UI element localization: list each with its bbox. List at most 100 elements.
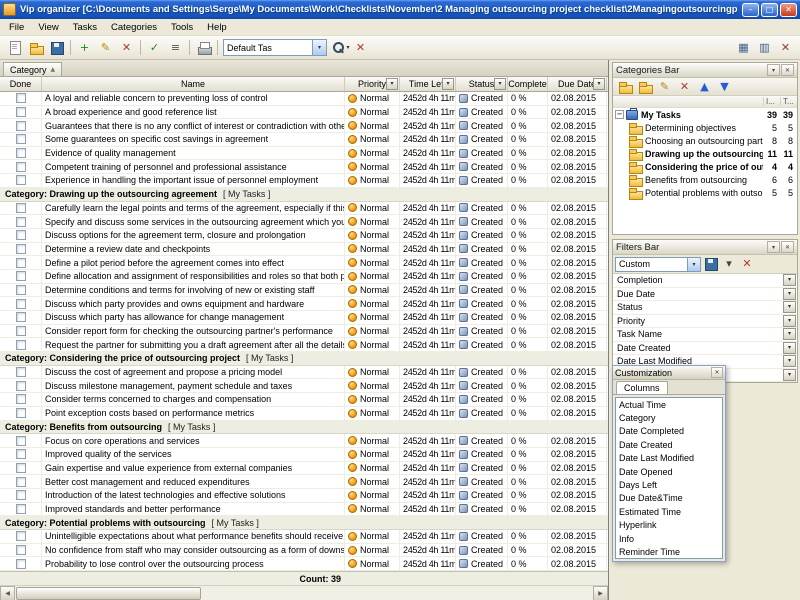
time-left-filter-icon[interactable]: ▾ [442,78,454,90]
task-row[interactable]: Some guarantees on specific cost savings… [0,133,608,147]
task-row[interactable]: Focus on core operations and servicesNor… [0,434,608,448]
categories-col2-header[interactable]: T... [780,97,797,106]
task-row[interactable]: Unintelligible expectations about what p… [0,530,608,544]
category-tree-item-determining-objectives[interactable]: Determining objectives55 [613,121,797,134]
task-row[interactable]: Experience in handling the important iss… [0,174,608,188]
new-database-button[interactable] [4,38,25,58]
task-checkbox[interactable] [16,203,26,213]
column-header-priority[interactable]: Priority▾ [345,77,400,91]
close-button[interactable]: ✕ [780,3,797,17]
menu-help[interactable]: Help [200,20,234,35]
task-row[interactable]: A broad experience and good reference li… [0,106,608,120]
task-row[interactable]: Determine conditions and terms for invol… [0,284,608,298]
task-checkbox[interactable] [16,463,26,473]
delete-category-button[interactable]: ✕ [675,79,694,95]
open-database-button[interactable] [25,38,46,58]
task-checkbox[interactable] [16,504,26,514]
move-category-down-button[interactable]: ▼ [715,79,734,95]
task-checkbox[interactable] [16,408,26,418]
task-row[interactable]: Request the partner for submitting you a… [0,338,608,352]
task-checkbox[interactable] [16,490,26,500]
close-bars-button[interactable]: ✕ [775,38,796,58]
task-checkbox[interactable] [16,217,26,227]
task-row[interactable]: Discuss the cost of agreement and propos… [0,366,608,380]
new-subcategory-button[interactable] [635,79,654,95]
task-row[interactable]: Evidence of quality managementNormal2452… [0,147,608,161]
filters-bar-menu-icon[interactable]: ▾ [767,241,780,253]
task-row[interactable]: Consider terms concerned to charges and … [0,393,608,407]
customization-column-item-date-completed[interactable]: Date Completed [616,425,722,438]
category-tree-item-drawing-up-the-outsourcing-agreement[interactable]: Drawing up the outsourcing agreement1111 [613,147,797,160]
task-row[interactable]: Discuss options for the agreement term, … [0,229,608,243]
filter-dropdown-icon[interactable]: ▾ [783,301,796,313]
task-checkbox[interactable] [16,258,26,268]
task-checkbox[interactable] [16,175,26,185]
customization-column-item-days-left[interactable]: Days Left [616,478,722,491]
task-row[interactable]: Guarantees that there is no any conflict… [0,119,608,133]
task-checkbox[interactable] [16,121,26,131]
customization-close-icon[interactable]: ✕ [711,367,723,378]
task-row[interactable]: Competent training of personnel and prof… [0,160,608,174]
task-row[interactable]: Define a pilot period before the agreeme… [0,256,608,270]
column-header-done[interactable]: Done [0,77,42,91]
print-button[interactable] [193,38,214,58]
task-checkbox[interactable] [16,367,26,377]
task-row[interactable]: Determine a review date and checkpointsN… [0,243,608,257]
complete-task-button[interactable]: ✓ [144,38,165,58]
task-checkbox[interactable] [16,436,26,446]
task-checkbox[interactable] [16,285,26,295]
task-checkbox[interactable] [16,148,26,158]
combo-dropdown-icon[interactable]: ▾ [312,40,326,55]
categories-bar-menu-icon[interactable]: ▾ [767,64,780,76]
column-header-time-left[interactable]: Time Left▾ [400,77,456,91]
column-header-due-date[interactable]: Due Date▾ [548,77,607,91]
category-group-row[interactable]: Category: Considering the price of outso… [0,352,608,366]
customization-column-item-hyperlink[interactable]: Hyperlink [616,519,722,532]
filter-preset-dropdown-icon[interactable]: ▾ [687,258,700,271]
category-tree-item-benefits-from-outsourcing[interactable]: Benefits from outsourcing66 [613,173,797,186]
categories-bar-close-icon[interactable]: ✕ [781,64,794,76]
task-notes-button[interactable]: ≡ [165,38,186,58]
column-header-name[interactable]: Name [42,77,345,91]
toggle-filters-bar-button[interactable]: ▥ [754,38,775,58]
filter-dropdown-icon[interactable]: ▾ [783,355,796,367]
tab-columns[interactable]: Columns [616,381,668,394]
maximize-button[interactable]: □ [761,3,778,17]
menu-file[interactable]: File [2,20,31,35]
task-checkbox[interactable] [16,531,26,541]
customization-column-item-reminder-time[interactable]: Reminder Time [616,545,722,558]
customization-column-item-actual-time[interactable]: Actual Time [616,398,722,411]
category-group-row[interactable]: Category: Drawing up the outsourcing agr… [0,188,608,202]
menu-tasks[interactable]: Tasks [66,20,104,35]
task-checkbox[interactable] [16,244,26,254]
status-filter-icon[interactable]: ▾ [494,78,506,90]
task-view-combobox[interactable]: Default Tas ▾ [223,39,327,56]
filters-bar-close-icon[interactable]: ✕ [781,241,794,253]
customization-column-item-due-date-time[interactable]: Due Date&Time [616,492,722,505]
tree-expander-icon[interactable]: − [615,110,624,119]
customization-column-item-info[interactable]: Info [616,532,722,545]
filter-menu-button[interactable]: ▾ [720,256,738,272]
toggle-categories-bar-button[interactable]: ▦ [733,38,754,58]
category-tree-item-choosing-an-outsourcing-partner[interactable]: Choosing an outsourcing partner88 [613,134,797,147]
horizontal-scrollbar[interactable]: ◀ ▶ [0,585,608,600]
category-tree-item-potential-problems-with-outsourcing[interactable]: Potential problems with outsourcing55 [613,186,797,199]
save-database-button[interactable] [46,38,67,58]
column-header-status[interactable]: Status▾ [456,77,508,91]
task-row[interactable]: Define allocation and assignment of resp… [0,270,608,284]
filter-dropdown-icon[interactable]: ▾ [783,328,796,340]
task-checkbox[interactable] [16,312,26,322]
task-checkbox[interactable] [16,449,26,459]
menu-view[interactable]: View [31,20,65,35]
customization-column-item-date-opened[interactable]: Date Opened [616,465,722,478]
task-checkbox[interactable] [16,545,26,555]
task-checkbox[interactable] [16,162,26,172]
minimize-button[interactable]: – [742,3,759,17]
task-row[interactable]: Discuss which party has allowance for ch… [0,311,608,325]
category-tree-item-considering-the-price-of-outsourcing-project[interactable]: Considering the price of outsourcing pro… [613,160,797,173]
scroll-right-icon[interactable]: ▶ [593,586,608,600]
task-checkbox[interactable] [16,394,26,404]
filter-preset-combobox[interactable]: Custom ▾ [615,257,701,272]
task-checkbox[interactable] [16,477,26,487]
clear-search-button[interactable]: ✕ [350,38,371,58]
